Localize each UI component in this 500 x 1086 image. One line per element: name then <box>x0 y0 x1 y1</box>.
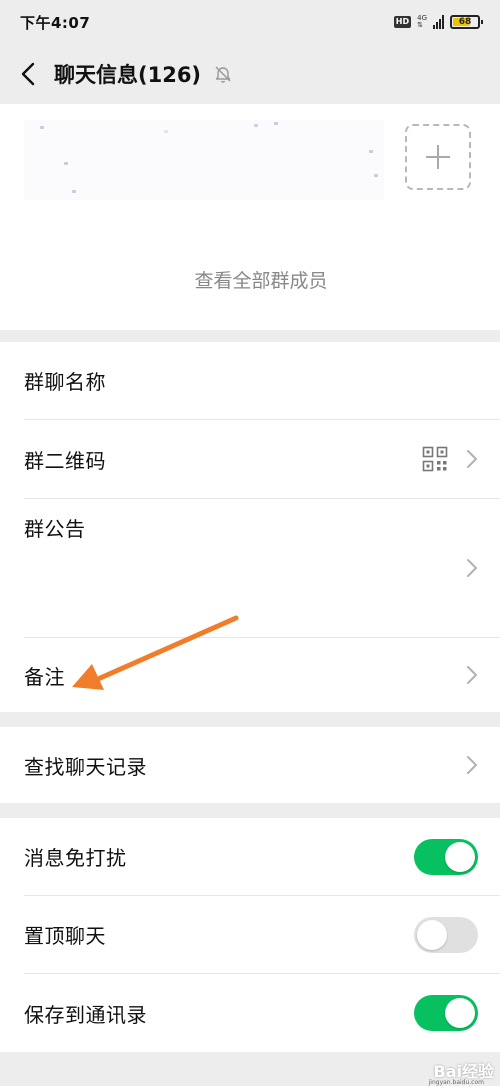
announcement-label: 群公告 <box>24 517 86 541</box>
status-icons: HD 4G ⇅ 68 <box>393 14 483 29</box>
status-bar: 下午4:07 HD 4G ⇅ 68 <box>0 0 500 44</box>
search-history-label: 查找聊天记录 <box>24 754 147 779</box>
pin-chat-label: 置顶聊天 <box>24 924 106 948</box>
mute-label: 消息免打扰 <box>24 846 127 870</box>
pin-chat-toggle[interactable] <box>414 916 478 953</box>
save-contacts-label: 保存到通讯录 <box>24 1002 147 1027</box>
signal-icon <box>433 15 444 29</box>
pin-chat-row: 置顶聊天 <box>0 896 500 973</box>
toggles-section: 消息免打扰 置顶聊天 保存到通讯录 <box>0 818 500 1052</box>
search-section: 查找聊天记录 <box>0 727 500 803</box>
qr-code-icon <box>422 446 448 472</box>
save-contacts-toggle[interactable] <box>414 995 478 1031</box>
group-name-row[interactable]: 群聊名称 <box>0 342 500 419</box>
network-type-icon: 4G ⇅ <box>417 14 427 29</box>
bell-muted-icon <box>215 66 231 83</box>
mute-row: 消息免打扰 <box>0 818 500 895</box>
watermark-subtext: jingyan.baidu.com <box>428 1079 484 1086</box>
plus-icon <box>426 145 450 169</box>
announcement-row[interactable]: 群公告 <box>0 499 500 637</box>
back-arrow-icon <box>21 62 35 86</box>
status-time: 下午4:07 <box>20 13 91 32</box>
watermark: Bai经验 jingyan.baidu.com <box>429 1058 494 1086</box>
remark-row[interactable]: 备注 <box>0 638 500 712</box>
group-info-section: 群聊名称 群二维码 群公告 备注 <box>0 342 500 712</box>
chevron-right-icon <box>467 559 477 577</box>
battery-level: 68 <box>458 17 472 27</box>
hd-icon: HD <box>393 16 412 28</box>
mute-toggle[interactable] <box>414 838 478 875</box>
chevron-right-icon <box>467 450 477 468</box>
nav-bar: 聊天信息(126) <box>0 44 500 104</box>
qr-code-row[interactable]: 群二维码 <box>0 420 500 498</box>
chevron-right-icon <box>467 756 477 774</box>
member-avatars-redacted <box>24 120 384 200</box>
group-name-label: 群聊名称 <box>24 370 106 394</box>
back-button[interactable] <box>16 62 40 86</box>
remark-label: 备注 <box>24 664 65 689</box>
save-contacts-row: 保存到通讯录 <box>0 974 500 1052</box>
chevron-right-icon <box>467 666 477 684</box>
page-title: 聊天信息(126) <box>54 63 202 87</box>
qr-code-label: 群二维码 <box>24 448 106 473</box>
battery-icon: 68 <box>450 15 483 29</box>
search-history-row[interactable]: 查找聊天记录 <box>0 727 500 803</box>
members-card: 查看全部群成员 <box>0 104 500 330</box>
add-member-button[interactable] <box>405 124 471 190</box>
view-all-members-link[interactable]: 查看全部群成员 <box>0 266 500 293</box>
